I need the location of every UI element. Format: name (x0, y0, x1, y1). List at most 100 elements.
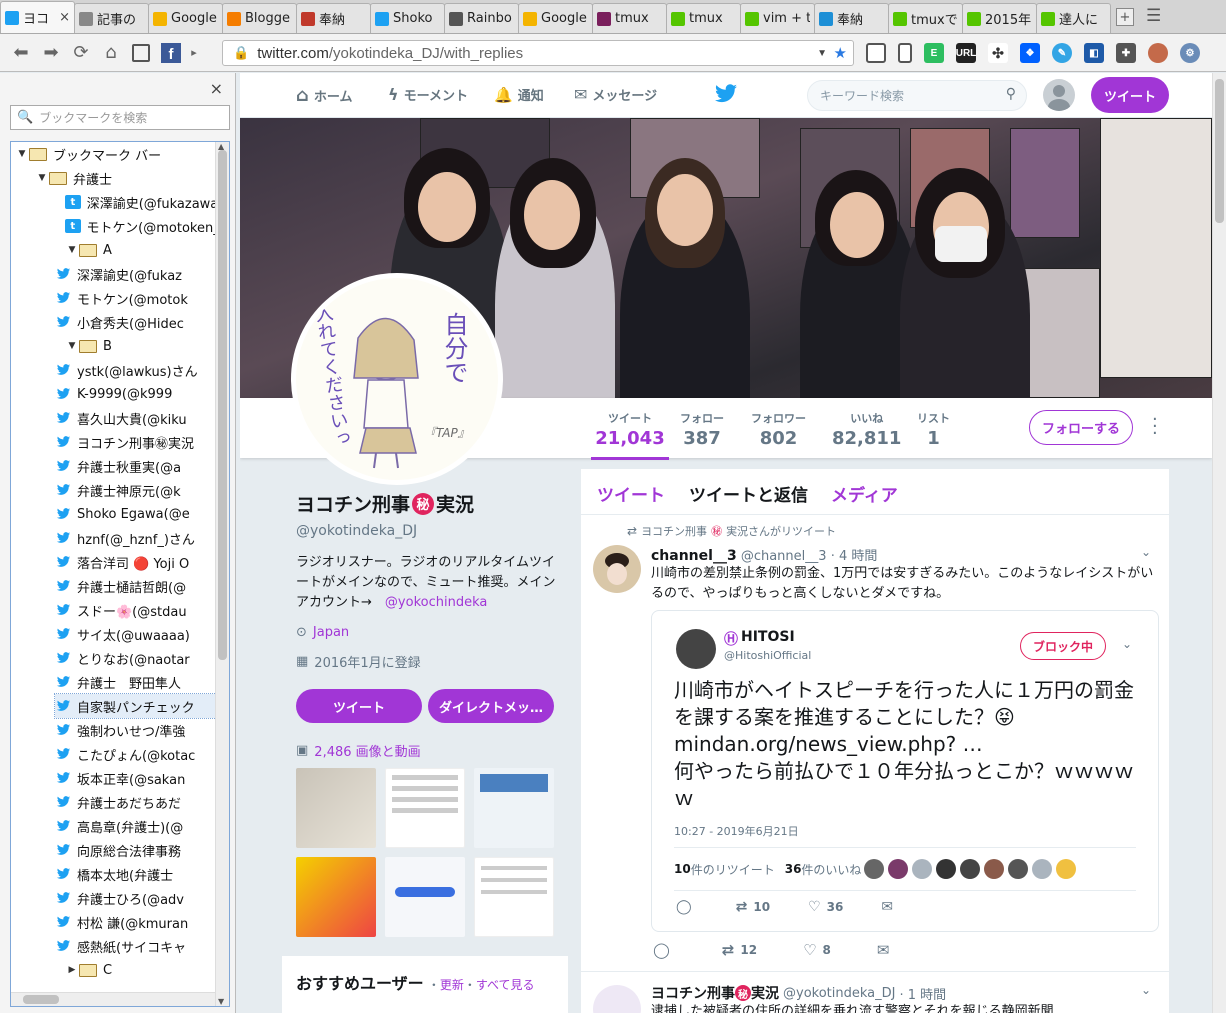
tab-10[interactable]: vim + t (740, 3, 815, 33)
reply-action[interactable]: ◯ (653, 941, 676, 959)
media-thumbnail[interactable] (296, 857, 376, 937)
bookmark-item[interactable]: 弁護士神原元(@k (55, 478, 216, 502)
tab-tweets[interactable]: ツイート (597, 481, 665, 506)
url-shortener-icon[interactable]: URL (956, 43, 976, 63)
sidebar-close-icon[interactable]: × (210, 79, 223, 98)
bookmark-item[interactable]: 弁護士あだちあだ (55, 790, 216, 814)
reader-icon[interactable] (126, 38, 156, 68)
bookmark-item[interactable]: 坂本正幸(@sakan (55, 766, 216, 790)
follow-button[interactable]: フォローする (1029, 410, 1133, 445)
profile-location-text[interactable]: Japan (313, 625, 349, 640)
recommend-refresh-link[interactable]: 更新 (440, 978, 464, 992)
page-action-icon[interactable]: ◧ (1084, 43, 1104, 63)
stat-4[interactable]: リスト 1 (917, 410, 950, 449)
expand-arrow-icon[interactable]: ▼ (65, 341, 79, 351)
facebook-icon[interactable]: f (156, 38, 186, 68)
reload-icon[interactable]: ⟳ (66, 38, 96, 68)
expand-arrow-icon[interactable]: ▼ (35, 173, 49, 183)
bookmark-item[interactable]: スドー🌸(@stdau (55, 598, 216, 622)
retweet-context-pre[interactable]: ヨコチン刑事 (641, 523, 707, 539)
nav-home[interactable]: ⌂ ホーム (296, 85, 353, 106)
tab-tweets-and-replies[interactable]: ツイートと返信 (689, 481, 808, 506)
liker-avatar[interactable] (936, 859, 956, 879)
tweet-time[interactable]: · 4 時間 (831, 549, 878, 564)
header-tweet-button[interactable]: ツイート (1091, 77, 1169, 113)
bookmark-folder[interactable]: ▼ ブックマーク バー (15, 142, 216, 166)
bookmark-star-icon[interactable]: ★ (834, 44, 847, 62)
quoted-author-handle[interactable]: @HitoshiOfficial (724, 649, 811, 662)
url-dropdown-icon[interactable]: ▼ (817, 48, 827, 59)
nav-moments[interactable]: ϟ モーメント (388, 85, 468, 104)
quoted-author-avatar[interactable] (676, 629, 716, 669)
tab-close-icon[interactable]: × (59, 10, 70, 25)
tab-5[interactable]: Shoko (370, 3, 445, 33)
bookmark-item[interactable]: 橋本太地(弁護士 (55, 862, 216, 886)
nav-notifications[interactable]: 🔔 通知 (494, 85, 544, 105)
tab-4[interactable]: 奉納 (296, 3, 371, 33)
quoted-like-count[interactable]: 36 (785, 862, 802, 876)
bookmark-item[interactable]: hznf(@_hznf_)さん (55, 526, 216, 550)
quoted-link[interactable]: mindan.org/news_view.php? … (674, 731, 1136, 758)
profile-avatar[interactable]: 自分で 入れてくださいっ 『TAP』 (291, 273, 503, 485)
dropbox-icon[interactable]: ❖ (1020, 43, 1040, 63)
url-bar[interactable]: 🔒 twitter.com/yokotindeka_DJ/with_replie… (222, 40, 854, 66)
evernote-icon[interactable]: E (924, 43, 944, 63)
quoted-author-name-text[interactable]: HITOSI (741, 629, 795, 649)
user-profile-icon[interactable] (1148, 43, 1168, 63)
bookmark-item[interactable]: ystk(@lawkus)さん (55, 358, 216, 382)
quoted-dm-action[interactable]: ✉ (881, 899, 893, 915)
bookmark-folder[interactable]: ▼ A (65, 238, 216, 262)
more-arrow-icon[interactable]: ▸ (186, 38, 202, 68)
retweet-action[interactable]: ⇄ 12 (722, 941, 757, 959)
tab-11[interactable]: 奉納 (814, 3, 889, 33)
tab-13[interactable]: 2015年 (962, 3, 1037, 33)
liker-avatar[interactable] (888, 859, 908, 879)
blocked-button[interactable]: ブロック中 (1020, 632, 1106, 660)
tab-3[interactable]: Blogge (222, 3, 297, 33)
more-options-icon[interactable]: · · · (1152, 411, 1158, 443)
twitter-bird-icon[interactable] (714, 84, 738, 104)
bookmark-item[interactable]: 落合洋司 🔴 Yoji O (55, 550, 216, 574)
tab-9[interactable]: tmux (666, 3, 741, 33)
bookmark-item[interactable]: 弁護士 野田隼人 (55, 670, 216, 694)
quoted-like-label[interactable]: 件のいいね (801, 861, 861, 878)
bookmark-item[interactable]: こたぴょん(@kotac (55, 742, 216, 766)
bookmark-item[interactable]: 向原総合法律事務 (55, 838, 216, 862)
media-thumbnail[interactable] (385, 768, 465, 848)
tweet-author-avatar[interactable] (593, 985, 641, 1013)
quoted-rt-label[interactable]: 件のリツイート (691, 861, 775, 878)
tweet-menu-chevron-icon[interactable]: ⌄ (1141, 983, 1151, 997)
direct-message-button[interactable]: ダイレクトメッ… (428, 689, 554, 723)
tweet-menu-chevron-icon[interactable]: ⌄ (1141, 545, 1151, 559)
media-thumbnail[interactable] (474, 857, 554, 937)
liker-avatar[interactable] (1008, 859, 1028, 879)
feather-icon[interactable]: ✎ (1052, 43, 1072, 63)
tweet-author-handle[interactable]: @channel__3 (741, 549, 827, 564)
tab-list-menu-icon[interactable]: ☰ (1146, 6, 1161, 26)
pocket-icon[interactable]: ✚ (1116, 43, 1136, 63)
profile-handle[interactable]: @yokotindeka_DJ (296, 523, 564, 539)
nav-messages[interactable]: ✉ メッセージ (574, 85, 657, 104)
quoted-date[interactable]: 10:27 - 2019年6月21日 (674, 823, 799, 839)
bookmark-item[interactable]: 深澤諭史(@fukaz (55, 262, 216, 286)
bookmark-folder[interactable]: ▼ B (65, 334, 216, 358)
like-action[interactable]: ♡ 8 (803, 941, 831, 959)
recommend-all-link[interactable]: すべて見る (476, 978, 535, 992)
expand-arrow-icon[interactable]: ▼ (65, 245, 79, 255)
liker-avatar[interactable] (984, 859, 1004, 879)
account-avatar[interactable] (1043, 79, 1075, 111)
tab-2[interactable]: Google (148, 3, 223, 33)
stat-2[interactable]: フォロワー 802 (751, 410, 806, 449)
bookmark-search-input[interactable]: 🔍 ブックマークを検索 (10, 105, 230, 130)
bookmark-item[interactable]: 自家製パンチェック (54, 693, 217, 719)
bookmark-item[interactable]: 弁護士秋重実(@a (55, 454, 216, 478)
bookmark-item[interactable]: K-9999(@k999 (55, 382, 216, 406)
liker-avatar[interactable] (960, 859, 980, 879)
tweet-time[interactable]: · 1 時間 (899, 984, 946, 1003)
profile-bio-link[interactable]: @yokochindeka (385, 595, 487, 610)
bookmark-item[interactable]: t モトケン(@motoken_ (65, 214, 216, 238)
bookmark-item[interactable]: 村松 謙(@kmuran (55, 910, 216, 934)
tab-12[interactable]: tmuxで (888, 3, 963, 33)
bookmark-item[interactable]: 弁護士樋詰哲朗(@ (55, 574, 216, 598)
tweet-author-avatar[interactable] (593, 545, 641, 593)
